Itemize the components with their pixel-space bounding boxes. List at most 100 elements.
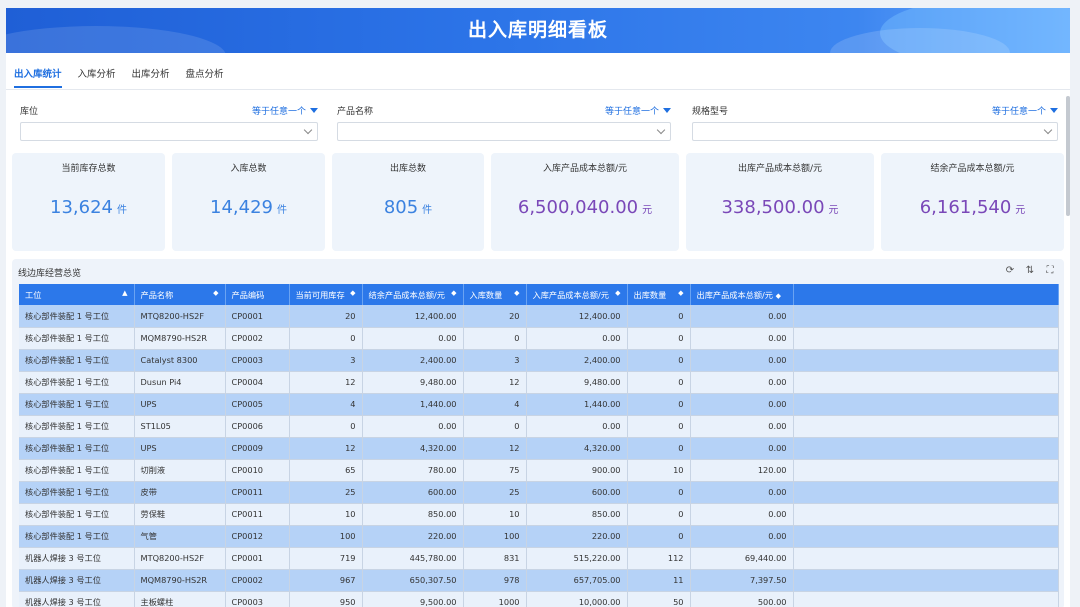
sort-icon[interactable]: ◆ [451,289,456,297]
kpi-title: 结余产品成本总额/元 [930,164,1015,174]
table-cell: 核心部件装配 1 号工位 [19,437,135,460]
table-cell: 0 [627,371,691,394]
kpi-card-outbound-cost: 出库产品成本总额/元 338,500.00 元 [686,153,874,251]
table-cell: 0.00 [690,305,794,328]
caret-down-icon [663,108,671,113]
table-header-row: 工位 ▲ 产品名称 ◆ 产品编码 当前可用库存 ◆ 结余产品成本总额/元 ◆ 入库数量 ◆… [19,284,1059,305]
table-cell: 0 [289,327,363,350]
table-cell: CP0005 [225,393,290,416]
table-cell: 0 [627,525,691,548]
table-cell: 核心部件装配 1 号工位 [19,349,135,372]
fullscreen-icon[interactable]: ⛶ [1044,265,1056,276]
table-cell: 657,705.00 [526,569,628,592]
caret-down-icon [310,108,318,113]
table-cell-empty [793,415,1059,438]
sort-icon[interactable]: ◆ [350,289,355,297]
table-cell: 0.00 [690,349,794,372]
filter-select[interactable] [20,122,318,141]
table-cell-empty [793,459,1059,482]
filter-select[interactable] [337,122,671,141]
table-row[interactable]: 核心部件装配 1 号工位 UPS CP0009 12 4,320.00 12 4,320.0… [19,437,1059,460]
table-cell: 220.00 [526,525,628,548]
table-cell: 3 [289,349,363,372]
chevron-down-icon [656,125,666,135]
table-cell: 831 [463,547,527,570]
tab-inout-stats[interactable]: 出入库统计 [14,62,62,88]
table-row[interactable]: 核心部件装配 1 号工位 Catalyst 8300 CP0003 3 2,400.00… [19,349,1059,372]
tab-outbound-analysis[interactable]: 出库分析 [132,62,170,88]
table-row[interactable]: 核心部件装配 1 号工位 劳保鞋 CP0011 10 850.00 10 850.00 0 0.… [19,503,1059,526]
table-cell: CP0002 [225,327,290,350]
filter-operator-dropdown[interactable]: 等于任意一个 [605,104,671,117]
table-row[interactable]: 核心部件装配 1 号工位 气管 CP0012 100 220.00 100 220.00 0 0… [19,525,1059,548]
filter-operator-dropdown[interactable]: 等于任意一个 [992,104,1058,117]
table-cell: 主板螺柱 [134,591,226,607]
column-header[interactable]: 产品编码 [225,284,290,305]
column-header[interactable]: 结余产品成本总额/元 ◆ [362,284,464,305]
sort-icon[interactable]: ◆ [776,292,781,300]
table-cell: 10 [289,503,363,526]
kpi-value: 13,624 件 [50,197,127,218]
table-row[interactable]: 核心部件装配 1 号工位 UPS CP0005 4 1,440.00 4 1,440.00 0… [19,393,1059,416]
table-cell: 机器人焊接 3 号工位 [19,547,135,570]
kpi-value: 338,500.00 元 [721,197,839,218]
column-header[interactable]: 入库数量 ◆ [463,284,527,305]
table-cell: 100 [289,525,363,548]
table-cell: CP0010 [225,459,290,482]
table-cell: 10,000.00 [526,591,628,607]
table-cell: Catalyst 8300 [134,349,226,372]
table-cell: 0.00 [690,503,794,526]
kpi-title: 入库产品成本总额/元 [542,164,628,174]
table-row[interactable]: 机器人焊接 3 号工位 MTQ8200-HS2F CP0001 719 445,780.… [19,547,1059,570]
table-cell: 9,480.00 [362,371,464,394]
table-row[interactable]: 机器人焊接 3 号工位 MQM8790-HS2R CP0002 967 650,307.… [19,569,1059,592]
table-body: 核心部件装配 1 号工位 MTQ8200-HS2F CP0001 20 12,400.0… [19,305,1059,607]
tab-inventory-analysis[interactable]: 盘点分析 [186,62,224,88]
table-row[interactable]: 核心部件装配 1 号工位 Dusun Pi4 CP0004 12 9,480.00 12 9… [19,371,1059,394]
table-cell: 气管 [134,525,226,548]
dashboard-app: 出入库明细看板 出入库统计 入库分析 出库分析 盘点分析 库位 等于任意一个 产… [6,8,1070,607]
filter-operator-dropdown[interactable]: 等于任意一个 [252,104,318,117]
table-cell: 核心部件装配 1 号工位 [19,327,135,350]
table-cell: 220.00 [362,525,464,548]
table-cell: 核心部件装配 1 号工位 [19,371,135,394]
column-header[interactable]: 工位 ▲ [19,284,135,305]
sort-icon[interactable]: ◆ [615,289,620,297]
table-row[interactable]: 核心部件装配 1 号工位 ST1L05 CP0006 0 0.00 0 0.00 0 0.00 [19,415,1059,438]
table-cell: 核心部件装配 1 号工位 [19,525,135,548]
table-cell: 2,400.00 [362,349,464,372]
table-cell: UPS [134,393,226,416]
tab-inbound-analysis[interactable]: 入库分析 [78,62,116,88]
column-header[interactable]: 当前可用库存 ◆ [289,284,363,305]
table-cell: 核心部件装配 1 号工位 [19,305,135,328]
page-scrollbar[interactable] [1066,96,1070,216]
column-header[interactable]: 入库产品成本总额/元 ◆ [526,284,628,305]
table-cell: CP0011 [225,481,290,504]
refresh-icon[interactable]: ⟳ [1004,265,1016,276]
sort-icon[interactable]: ◆ [514,289,519,297]
table-row[interactable]: 核心部件装配 1 号工位 MQM8790-HS2R CP0002 0 0.00 0 0.00… [19,327,1059,350]
table-cell-empty [793,437,1059,460]
panel-toolbar: ⟳ ⇅ ⛶ [1004,265,1056,276]
table-row[interactable]: 核心部件装配 1 号工位 MTQ8200-HS2F CP0001 20 12,400.0… [19,305,1059,328]
header-banner: 出入库明细看板 [6,8,1070,53]
table-cell: CP0006 [225,415,290,438]
table-cell-empty [793,547,1059,570]
kpi-value: 6,500,040.00 元 [517,197,653,218]
filter-select[interactable] [692,122,1058,141]
sort-settings-icon[interactable]: ⇅ [1024,265,1036,276]
column-header[interactable]: 产品名称 ◆ [134,284,226,305]
sort-icon[interactable]: ◆ [213,289,218,297]
column-header[interactable]: 出库数量 ◆ [627,284,691,305]
kpi-card-inbound-total: 入库总数 14,429 件 [172,153,325,251]
table-cell: 核心部件装配 1 号工位 [19,393,135,416]
table-row[interactable]: 核心部件装配 1 号工位 皮带 CP0011 25 600.00 25 600.00 0 0.0… [19,481,1059,504]
caret-down-icon [1050,108,1058,113]
sort-icon[interactable]: ▲ [122,289,127,297]
sort-icon[interactable]: ◆ [678,289,683,297]
table-cell: 0.00 [690,327,794,350]
table-row[interactable]: 机器人焊接 3 号工位 主板螺柱 CP0003 950 9,500.00 1000 10,0… [19,591,1059,607]
table-cell: CP0003 [225,591,290,607]
table-row[interactable]: 核心部件装配 1 号工位 切削液 CP0010 65 780.00 75 900.00 10 1… [19,459,1059,482]
column-header[interactable]: 出库产品成本总额/元 ◆ [690,284,794,305]
